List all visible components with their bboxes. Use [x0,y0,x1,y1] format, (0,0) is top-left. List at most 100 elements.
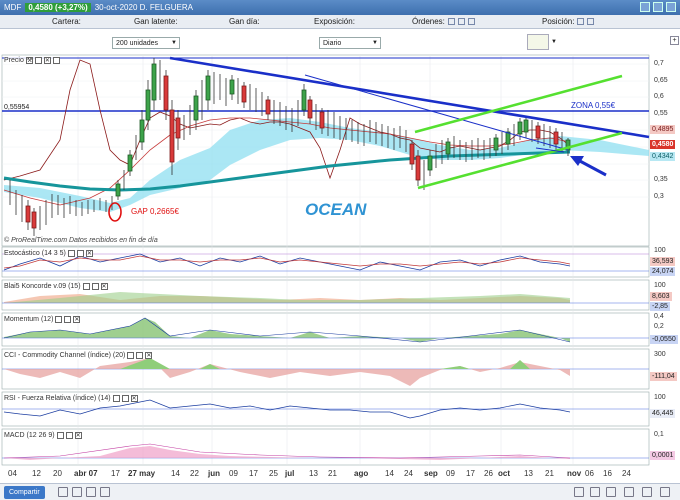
window-icon[interactable] [34,57,42,64]
close-icon[interactable]: ✕ [74,432,82,439]
share-button[interactable]: Compartir [4,486,45,499]
cci-title: CCI - Commodity Channel (índice) (20) [4,352,126,359]
momentum-area [2,317,649,343]
rsi-header: RSI - Fuerza Relativa (índice) (14) ✕ [4,395,138,402]
zoom-out-icon[interactable] [574,487,584,497]
x-tick: abr 07 [74,469,98,478]
close-icon[interactable]: ✕ [100,283,108,290]
x-tick: 21 [545,469,554,478]
close-icon[interactable]: ✕ [85,250,93,257]
momentum-header: Momentum (12) ✕ [4,316,81,323]
price-tag-last: 0,4580 [650,140,676,149]
window-icon[interactable] [91,283,99,290]
price-tag-ma: 0,4895 [650,125,676,134]
koncorde-tag: 8,603 [650,292,672,301]
close-icon[interactable]: ✕ [73,316,81,323]
koncorde-header: Blai5 Koncorde v.09 (15) ✕ [4,283,108,290]
chart-canvas[interactable] [0,0,680,500]
momentum-ytick: 0,4 [654,313,664,320]
stochastic-header: Estocástico (14 3 5) ✕ [4,250,93,257]
price-tag-cloud: 0,4342 [650,152,676,161]
x-tick: 09 [446,469,455,478]
x-tick: 13 [309,469,318,478]
macd-title: MACD (12 26 9) [4,432,55,439]
next-icon[interactable] [100,487,110,497]
x-tick: sep [424,469,438,478]
rsi-ytick: 100 [654,394,666,401]
x-tick: 12 [32,469,41,478]
x-tick: 27 may [128,469,156,478]
x-tick: 25 [269,469,278,478]
stochastic-tag: 24,074 [650,267,676,276]
macd-header: MACD (12 26 9) ✕ [4,432,82,439]
previous-icon[interactable] [86,487,96,497]
macd-tag: 0,0001 [650,451,676,460]
stochastic-ytick: 100 [654,247,666,254]
rsi-tag: 46,445 [650,409,676,418]
price-ytick: 0,35 [654,176,668,183]
maximize-icon[interactable] [52,57,60,64]
wrench-icon[interactable]: ⚒ [25,57,33,64]
data-source-note: © ProRealTime.com Datos recibidos en fin… [4,237,158,244]
gap-annotation: GAP 0,2665€ [131,207,179,216]
x-tick: jul [285,469,295,478]
rsi-line [2,399,649,419]
settings-icon[interactable] [660,487,670,497]
wrench-icon[interactable] [55,316,63,323]
previous-page-icon[interactable] [72,487,82,497]
wrench-icon[interactable] [112,395,120,402]
cci-header: CCI - Commodity Channel (índice) (20) ✕ [4,352,153,359]
window-icon[interactable] [64,316,72,323]
price-ytick: 0,6 [654,93,664,100]
momentum-title: Momentum (12) [4,316,54,323]
close-icon[interactable]: ✕ [145,352,153,359]
window-icon[interactable] [65,432,73,439]
ocean-annotation: OCEAN [305,200,367,219]
wrench-icon[interactable] [82,283,90,290]
cci-area [2,358,649,386]
koncorde-tag: -2,85 [650,302,670,311]
macd-area [2,443,649,460]
x-tick: 13 [524,469,533,478]
wrench-icon[interactable] [67,250,75,257]
cci-ytick: 300 [654,351,666,358]
fit-icon[interactable] [642,487,652,497]
x-tick: 21 [328,469,337,478]
bottom-toolbar: Compartir [0,483,680,500]
x-tick: 22 [190,469,199,478]
next-page-icon[interactable] [590,487,600,497]
x-tick: 14 [385,469,394,478]
first-bar-icon[interactable] [58,487,68,497]
koncorde-areas [2,292,649,304]
x-tick: nov [567,469,582,478]
close-icon[interactable]: ✕ [130,395,138,402]
window-icon[interactable] [121,395,129,402]
cci-tag: -111,04 [650,372,677,381]
stochastic-lines [2,253,649,272]
stochastic-tag: 36,593 [650,257,676,266]
zona-annotation: ZONA 0,55€ [571,101,616,110]
price-ytick: 0,65 [654,77,668,84]
wrench-icon[interactable] [127,352,135,359]
wrench-icon[interactable] [56,432,64,439]
stochastic-title: Estocástico (14 3 5) [4,250,66,257]
momentum-ytick: 0,2 [654,323,664,330]
zoom-in-icon[interactable] [624,487,634,497]
x-tick: 09 [229,469,238,478]
x-tick: jun [208,469,220,478]
close-icon[interactable]: ✕ [43,57,51,64]
x-tick: 06 [585,469,594,478]
x-tick: 16 [603,469,612,478]
window-icon[interactable] [76,250,84,257]
x-tick: 14 [171,469,180,478]
x-tick: 26 [484,469,493,478]
koncorde-title: Blai5 Koncorde v.09 (15) [4,283,81,290]
x-tick: 24 [622,469,631,478]
price-panel-header: Precio ⚒ ✕ [4,57,60,64]
last-bar-icon[interactable] [606,487,616,497]
x-tick: oct [498,469,510,478]
window-icon[interactable] [136,352,144,359]
x-tick: 20 [53,469,62,478]
x-tick: 24 [404,469,413,478]
rsi-title: RSI - Fuerza Relativa (índice) (14) [4,395,111,402]
